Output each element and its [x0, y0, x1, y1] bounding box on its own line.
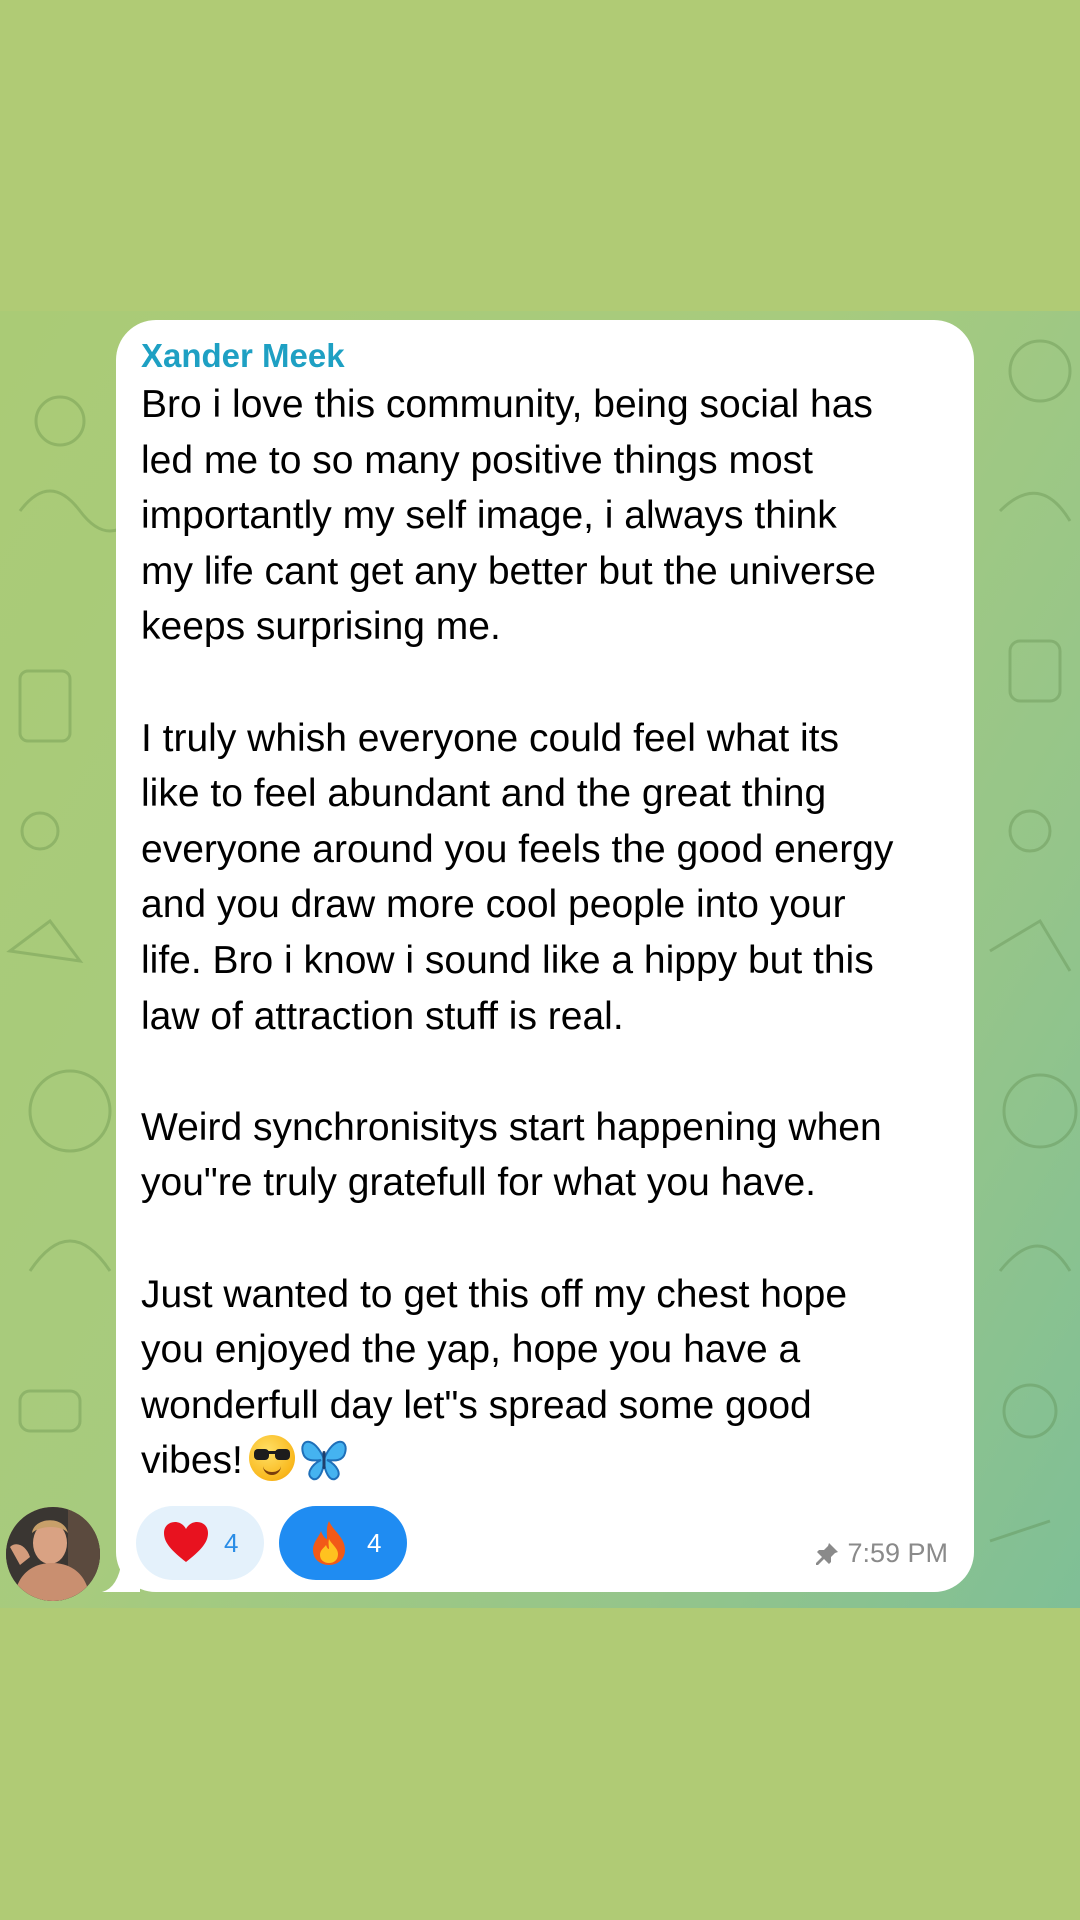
smiling-face-with-sunglasses-icon [248, 1435, 295, 1482]
reactions-bar: 4 4 [136, 1506, 407, 1580]
message-paragraph-text: Just wanted to get this off my chest hop… [141, 1272, 848, 1483]
message-paragraph: Bro i love this community, being social … [141, 383, 876, 649]
reaction-heart-button[interactable]: 4 [136, 1506, 264, 1580]
avatar-photo [6, 1507, 100, 1601]
message-paragraph: I truly whish everyone could feel what i… [141, 716, 894, 1038]
avatar[interactable] [6, 1507, 100, 1601]
message-time: 7:59 PM [847, 1538, 948, 1568]
message-paragraph: Just wanted to get this off my chest hop… [141, 1267, 948, 1489]
reaction-fire-button[interactable]: 4 [279, 1506, 407, 1580]
message-meta: 7:59 PM [814, 1538, 948, 1569]
message-paragraph: Weird synchronisitys start happening whe… [141, 1105, 882, 1205]
butterfly-icon [301, 1441, 347, 1481]
message-bubble[interactable]: Xander Meek Bro i love this community, b… [116, 320, 974, 1592]
sender-name[interactable]: Xander Meek [141, 338, 948, 374]
reaction-count: 4 [367, 1527, 382, 1558]
reaction-count: 4 [224, 1527, 239, 1558]
heart-icon [164, 1522, 208, 1562]
fire-icon [313, 1521, 345, 1565]
pin-icon [816, 1542, 839, 1565]
